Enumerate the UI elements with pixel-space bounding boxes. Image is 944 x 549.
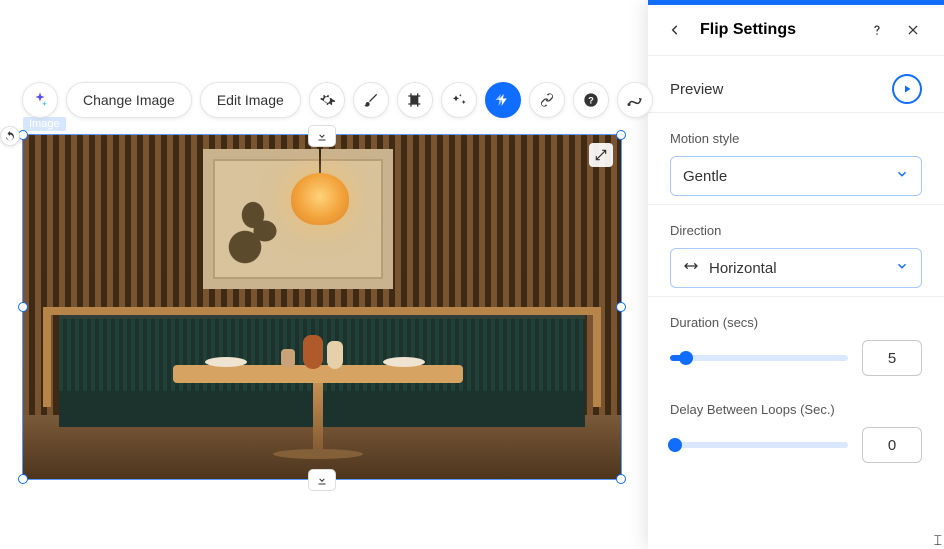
resize-handle-sw[interactable] (18, 474, 28, 484)
chevron-down-icon (895, 259, 909, 273)
close-button[interactable] (902, 19, 924, 41)
panel-title: Flip Settings (700, 21, 852, 39)
link-button[interactable] (529, 82, 565, 118)
settings-button[interactable] (309, 82, 345, 118)
resize-handle-e[interactable] (616, 302, 626, 312)
magic-wand-button[interactable] (441, 82, 477, 118)
resize-handle-w[interactable] (18, 302, 28, 312)
back-button[interactable] (664, 19, 686, 41)
flip-settings-panel: Flip Settings Preview Motion style Gentl… (648, 0, 944, 549)
delay-section: Delay Between Loops (Sec.) 0 (648, 384, 944, 471)
download-icon (316, 474, 328, 486)
change-image-button[interactable]: Change Image (66, 82, 192, 118)
motion-style-section: Motion style Gentle (648, 113, 944, 205)
help-button[interactable]: ? (573, 82, 609, 118)
panel-header: Flip Settings (648, 5, 944, 56)
direction-value: Horizontal (709, 260, 777, 277)
chevron-down-icon (895, 167, 909, 181)
resize-handle-ne[interactable] (616, 130, 626, 140)
delay-slider-thumb[interactable] (668, 438, 682, 452)
attach-bottom-button[interactable] (308, 469, 336, 491)
preview-section: Preview (648, 56, 944, 113)
direction-section: Direction Horizontal (648, 205, 944, 297)
crop-button[interactable] (397, 82, 433, 118)
play-icon (901, 83, 913, 95)
direction-select[interactable]: Horizontal (670, 248, 922, 288)
undo-button[interactable] (0, 126, 20, 146)
selection-label: Image (23, 117, 66, 131)
motion-path-icon (626, 91, 644, 109)
ai-sparkle-button[interactable] (22, 82, 58, 118)
motion-path-button[interactable] (617, 82, 653, 118)
help-icon (869, 22, 885, 38)
duration-input[interactable]: 5 (862, 340, 922, 376)
chevron-left-icon (668, 23, 682, 37)
duration-label: Duration (secs) (670, 315, 922, 330)
inline-edit-button[interactable] (589, 143, 613, 167)
duration-slider[interactable] (670, 348, 848, 368)
duration-section: Duration (secs) 5 (648, 297, 944, 384)
expand-edit-icon (594, 148, 608, 162)
help-icon: ? (583, 92, 599, 108)
motion-style-label: Motion style (670, 131, 922, 146)
text-cursor: ⌶ (934, 532, 942, 549)
delay-input[interactable]: 0 (862, 427, 922, 463)
animate-button[interactable] (485, 82, 521, 118)
undo-icon (4, 130, 16, 142)
preview-play-button[interactable] (892, 74, 922, 104)
download-icon (316, 130, 328, 142)
restaurant-scene-image (23, 135, 621, 479)
delay-slider[interactable] (670, 435, 848, 455)
crop-icon (407, 92, 423, 108)
animate-icon (494, 91, 512, 109)
attach-top-button[interactable] (308, 125, 336, 147)
preview-label: Preview (670, 81, 723, 98)
image-toolbar: Change Image Edit Image ? (22, 82, 653, 118)
brush-icon (363, 92, 379, 108)
link-icon (539, 92, 555, 108)
motion-style-select[interactable]: Gentle (670, 156, 922, 196)
panel-help-button[interactable] (866, 19, 888, 41)
ai-sparkle-icon (31, 91, 49, 109)
magic-wand-icon (451, 92, 467, 108)
selected-image[interactable]: Image (22, 134, 622, 480)
close-icon (906, 23, 920, 37)
brush-button[interactable] (353, 82, 389, 118)
resize-handle-se[interactable] (616, 474, 626, 484)
duration-slider-thumb[interactable] (679, 351, 693, 365)
svg-text:?: ? (588, 95, 594, 105)
motion-style-value: Gentle (683, 168, 727, 185)
delay-label: Delay Between Loops (Sec.) (670, 402, 922, 417)
gear-icon (318, 91, 336, 109)
edit-image-button[interactable]: Edit Image (200, 82, 301, 118)
horizontal-arrows-icon (683, 258, 699, 274)
direction-label: Direction (670, 223, 922, 238)
